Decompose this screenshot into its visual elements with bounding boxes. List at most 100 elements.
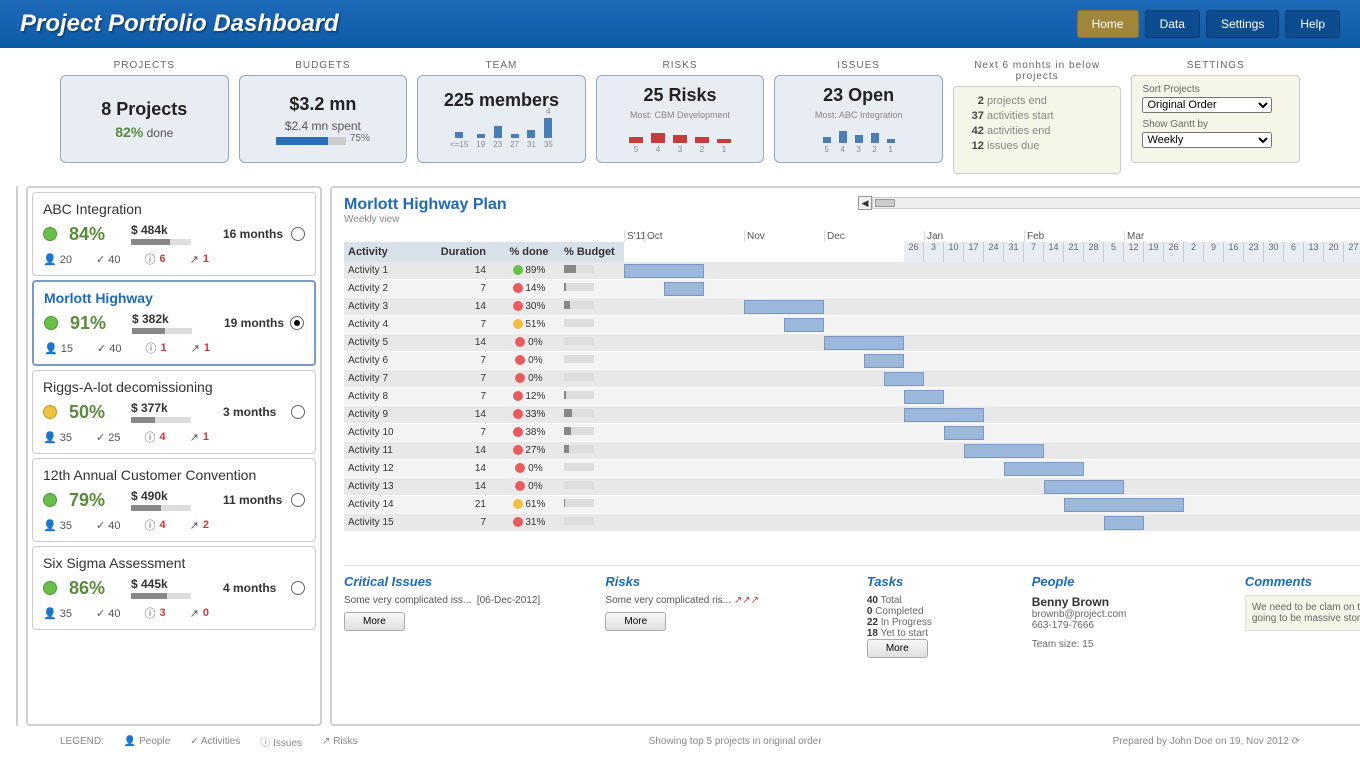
project-risks: ↗ 1 (190, 251, 209, 267)
risks-more-button[interactable]: More (605, 612, 666, 631)
gantt-row[interactable]: Activity 5 14 0% (344, 334, 1360, 352)
status-dot (43, 581, 57, 595)
project-radio[interactable] (291, 581, 305, 595)
project-radio[interactable] (290, 316, 304, 330)
kpi-risks-hdr: RISKS (596, 60, 765, 71)
gantt-row[interactable]: Activity 12 14 0% (344, 460, 1360, 478)
header-nav: Home Data Settings Help (1077, 10, 1340, 38)
gantt-scroll-left[interactable]: ◀ (858, 196, 872, 210)
gantt-months: S'11OctNovDecJanFebMar (624, 231, 1360, 242)
kpi-projects-pct: 82% (115, 124, 143, 140)
people-icon: 👤 People (124, 736, 170, 747)
sort-select[interactable]: Original Order (1142, 97, 1272, 113)
gantt-row[interactable]: Activity 10 7 38% (344, 424, 1360, 442)
comments-col: Comments We need to be clam on this proj… (1245, 574, 1360, 658)
project-name: 12th Annual Customer Convention (43, 467, 305, 483)
project-radio[interactable] (291, 493, 305, 507)
risks-icon: ↗ Risks (322, 736, 358, 747)
gantt-select[interactable]: Weekly (1142, 132, 1272, 148)
footer-right: Prepared by John Doe on 19, Nov 2012 ⟳ (1113, 736, 1300, 747)
project-people: 👤 20 (43, 251, 72, 267)
project-risks: ↗ 1 (191, 340, 210, 356)
project-budget: $ 484k (131, 223, 211, 237)
project-card[interactable]: Six Sigma Assessment 86% $ 445k 4 months… (32, 546, 316, 630)
nav-help[interactable]: Help (1285, 10, 1340, 38)
comments-box: We need to be clam on this project. It i… (1245, 595, 1360, 631)
project-card[interactable]: Morlott Highway 91% $ 382k 19 months 👤 1… (32, 280, 316, 366)
gantt-row[interactable]: Activity 7 7 0% (344, 370, 1360, 388)
project-pct: 79% (69, 490, 119, 511)
kpi-risks-val: 25 Risks (643, 85, 716, 106)
project-risks: ↗ 2 (190, 517, 209, 533)
gantt-row[interactable]: Activity 3 14 30% (344, 298, 1360, 316)
legend: LEGEND: 👤 People ✓ Activities ⓘ Issues ↗… (60, 734, 358, 749)
kpi-settings-card: Sort Projects Original Order Show Gantt … (1131, 75, 1300, 163)
gantt-row[interactable]: Activity 8 7 12% (344, 388, 1360, 406)
project-card[interactable]: 12th Annual Customer Convention 79% $ 49… (32, 458, 316, 542)
kpi-risks-sub: Most: CBM Development (630, 110, 730, 120)
gantt-days: 2631017243171421285121926291623306132027… (904, 242, 1360, 262)
kpi-risks-spark: 54321 (629, 124, 731, 154)
nav-home[interactable]: Home (1077, 10, 1139, 38)
tasks-col: Tasks 40 Total0 Completed22 In Progress1… (867, 574, 1012, 658)
project-card[interactable]: ABC Integration 84% $ 484k 16 months 👤 2… (32, 192, 316, 276)
kpi-team-card[interactable]: 225 members <=1519232731435 (417, 75, 586, 163)
kpi-team-spark: <=1519232731435 (450, 119, 553, 149)
kpi-team-val: 225 members (444, 90, 559, 111)
project-activities: ✓ 40 (96, 605, 121, 621)
project-activities: ✓ 25 (96, 429, 121, 445)
project-radio[interactable] (291, 227, 305, 241)
kpi-issues-val: 23 Open (823, 85, 894, 106)
kpi-issues-card[interactable]: 23 Open Most: ABC Integration 54321 (774, 75, 943, 163)
body: ABC Integration 84% $ 484k 16 months 👤 2… (0, 186, 1360, 726)
project-issues: ⓘ 3 (145, 605, 166, 621)
bottom-panel: Critical Issues Some very complicated is… (344, 565, 1360, 658)
gantt-row[interactable]: Activity 9 14 33% (344, 406, 1360, 424)
gantt-body: Activity 1 14 89% Activity 2 7 14% Activ… (344, 262, 1360, 532)
gantt-row[interactable]: Activity 2 7 14% (344, 280, 1360, 298)
detail-title: Morlott Highway Plan (344, 196, 507, 214)
gantt-row[interactable]: Activity 13 14 0% (344, 478, 1360, 496)
status-dot (43, 227, 57, 241)
kpi-issues-sub: Most: ABC Integration (815, 110, 903, 120)
project-pct: 84% (69, 224, 119, 245)
kpi-risks-card[interactable]: 25 Risks Most: CBM Development 54321 (596, 75, 765, 163)
project-budget: $ 490k (131, 489, 211, 503)
gantt-row[interactable]: Activity 1 14 89% (344, 262, 1360, 280)
project-budget: $ 445k (131, 577, 211, 591)
tasks-more-button[interactable]: More (867, 639, 928, 658)
project-name: ABC Integration (43, 201, 305, 217)
gantt-label: Show Gantt by (1142, 119, 1289, 130)
project-card[interactable]: Riggs-A-lot decomissioning 50% $ 377k 3 … (32, 370, 316, 454)
project-risks: ↗ 1 (190, 429, 209, 445)
gantt-scrollbar-h[interactable] (872, 197, 1360, 209)
activities-icon: ✓ Activities (190, 736, 240, 747)
gantt-row[interactable]: Activity 14 21 61% (344, 496, 1360, 514)
project-scrollbar[interactable] (16, 186, 18, 726)
project-radio[interactable] (291, 405, 305, 419)
nav-settings[interactable]: Settings (1206, 10, 1279, 38)
gantt-row[interactable]: Activity 4 7 51% (344, 316, 1360, 334)
app-title: Project Portfolio Dashboard (20, 10, 339, 38)
status-dot (43, 493, 57, 507)
kpi-budgets-card[interactable]: $3.2 mn $2.4 mn spent 75% (239, 75, 408, 163)
status-dot (44, 316, 58, 330)
nav-data[interactable]: Data (1145, 10, 1200, 38)
project-people: 👤 35 (43, 517, 72, 533)
project-pct: 91% (70, 313, 120, 334)
issues-more-button[interactable]: More (344, 612, 405, 631)
issues-icon: ⓘ Issues (260, 734, 302, 749)
kpi-projects-card[interactable]: 8 Projects 82% done (60, 75, 229, 163)
project-issues: ⓘ 1 (146, 340, 167, 356)
kpi-budgets-val: $3.2 mn (289, 94, 356, 115)
gantt-row[interactable]: Activity 15 7 31% (344, 514, 1360, 532)
project-name: Morlott Highway (44, 290, 304, 306)
people-name: Benny Brown (1032, 595, 1225, 609)
project-people: 👤 35 (43, 429, 72, 445)
gantt-row[interactable]: Activity 6 7 0% (344, 352, 1360, 370)
kpi-projects-hdr: PROJECTS (60, 60, 229, 71)
kpi-budgets-hdr: BUDGETS (239, 60, 408, 71)
kpi-settings-hdr: SETTINGS (1131, 60, 1300, 71)
people-col: People Benny Brown brownb@project.com 66… (1032, 574, 1225, 658)
gantt-row[interactable]: Activity 11 14 27% (344, 442, 1360, 460)
